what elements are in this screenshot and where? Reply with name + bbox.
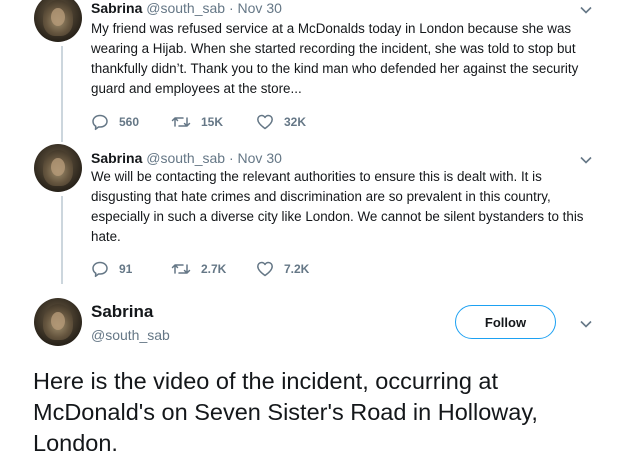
main-tweet-text: Here is the video of the incident, occur… — [33, 368, 538, 456]
author-handle[interactable]: @south_sab — [146, 0, 225, 16]
separator: · — [228, 0, 234, 16]
reply-button[interactable]: 560 — [91, 113, 139, 131]
avatar[interactable] — [34, 298, 82, 346]
avatar[interactable] — [34, 0, 82, 42]
author-name[interactable]: Sabrina — [91, 150, 142, 166]
thread-tweet-2[interactable]: Sabrina @south_sab · Nov 30 We will be c… — [0, 140, 625, 290]
retweet-button[interactable]: 2.7K — [171, 260, 226, 278]
tweet-date[interactable]: Nov 30 — [238, 150, 282, 166]
retweet-icon — [171, 117, 191, 127]
retweet-icon — [171, 264, 191, 274]
chevron-down-icon[interactable] — [579, 153, 593, 167]
thread-line — [61, 46, 63, 142]
author-name[interactable]: Sabrina — [91, 0, 142, 16]
author-handle[interactable]: @south_sab — [91, 326, 170, 344]
author-name[interactable]: Sabrina — [91, 301, 153, 323]
heart-icon — [257, 261, 273, 277]
thread-tweet-1[interactable]: Sabrina @south_sab · Nov 30 My friend wa… — [0, 0, 625, 142]
chevron-down-icon[interactable] — [579, 317, 593, 331]
separator: · — [228, 150, 234, 166]
thread-line — [61, 196, 63, 284]
like-count: 7.2K — [284, 262, 310, 276]
reply-icon — [92, 114, 108, 131]
retweet-count: 15K — [201, 115, 224, 129]
tweet-text: We will be contacting the relevant autho… — [91, 169, 584, 244]
tweet-header: Sabrina @south_sab · Nov 30 — [91, 0, 282, 17]
like-button[interactable]: 7.2K — [256, 260, 309, 278]
reply-button[interactable]: 91 — [91, 260, 132, 278]
heart-icon — [257, 114, 273, 130]
follow-button[interactable]: Follow — [455, 305, 556, 339]
tweet-text: My friend was refused service at a McDon… — [91, 21, 579, 96]
retweet-button[interactable]: 15K — [171, 113, 223, 131]
reply-count: 560 — [119, 115, 140, 129]
chevron-down-icon[interactable] — [579, 3, 593, 17]
like-button[interactable]: 32K — [256, 113, 306, 131]
like-count: 32K — [284, 115, 307, 129]
author-handle[interactable]: @south_sab — [146, 150, 225, 166]
tweet-header: Sabrina @south_sab · Nov 30 — [91, 149, 282, 167]
avatar[interactable] — [34, 144, 82, 192]
avatar-face — [51, 8, 65, 26]
reply-icon — [92, 261, 108, 278]
retweet-count: 2.7K — [201, 262, 227, 276]
avatar-face — [51, 158, 65, 176]
reply-count: 91 — [119, 262, 133, 276]
avatar-face — [51, 312, 65, 330]
tweet-date[interactable]: Nov 30 — [238, 0, 282, 16]
